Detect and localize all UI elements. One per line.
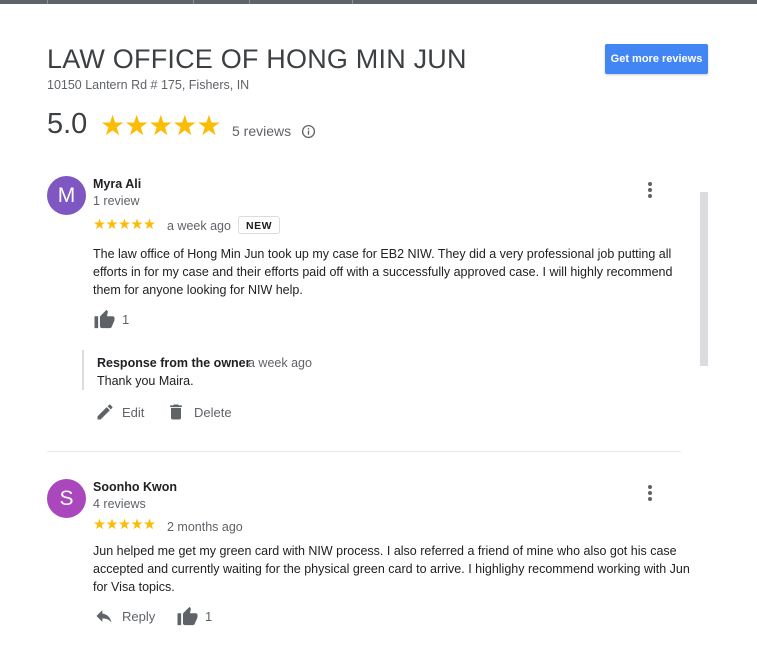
- reviewer-review-count: 1 review: [93, 194, 140, 208]
- avatar[interactable]: S: [47, 479, 86, 518]
- top-bar-divider: [193, 0, 194, 4]
- scrollbar-thumb[interactable]: [700, 192, 708, 366]
- like-button[interactable]: 1: [176, 606, 212, 626]
- average-rating: 5.0: [47, 108, 88, 140]
- new-badge: NEW: [238, 216, 280, 234]
- review-text: The law office of Hong Min Jun took up m…: [93, 247, 673, 297]
- top-bar-divider: [249, 0, 250, 4]
- review-stars: ★★★★★: [93, 217, 156, 233]
- reply-label: Reply: [122, 608, 156, 624]
- review-text: Jun helped me get my green card with NIW…: [93, 544, 690, 594]
- top-bar-divider: [47, 0, 48, 4]
- thumbs-up-icon: [94, 309, 115, 329]
- thumbs-up-icon: [177, 606, 198, 626]
- review-divider: [47, 451, 681, 452]
- reply-icon: [96, 610, 112, 623]
- total-review-count[interactable]: 5 reviews: [232, 123, 291, 139]
- delete-button[interactable]: Delete: [166, 402, 232, 422]
- delete-label: Delete: [194, 404, 232, 420]
- info-icon[interactable]: [301, 124, 316, 139]
- like-count: 1: [205, 608, 213, 624]
- owner-response-text: Thank you Maira.: [97, 374, 194, 388]
- reply-button[interactable]: Reply: [94, 606, 155, 626]
- more-options-icon[interactable]: [640, 483, 660, 503]
- trash-icon: [170, 404, 182, 420]
- owner-response-border: [82, 350, 88, 390]
- average-rating-stars: ★★★★★: [100, 110, 222, 141]
- edit-button[interactable]: Edit: [95, 402, 144, 422]
- more-options-icon[interactable]: [640, 180, 660, 200]
- like-button[interactable]: 1: [93, 309, 129, 329]
- business-address: 10150 Lantern Rd # 175, Fishers, IN: [47, 78, 250, 92]
- reviewer-review-count: 4 reviews: [93, 497, 146, 511]
- edit-label: Edit: [122, 404, 145, 420]
- top-bar-divider: [352, 0, 353, 4]
- like-count: 1: [122, 311, 130, 327]
- reviewer-name[interactable]: Soonho Kwon: [93, 480, 177, 494]
- review-time: a week ago: [167, 219, 231, 233]
- reviewer-name[interactable]: Myra Ali: [93, 177, 141, 191]
- avatar[interactable]: M: [47, 176, 86, 215]
- business-name: LAW OFFICE OF HONG MIN JUN: [47, 44, 467, 74]
- review-stars: ★★★★★: [93, 517, 156, 533]
- pencil-icon: [97, 404, 113, 420]
- browser-top-bar: [0, 0, 757, 4]
- owner-response-time: a week ago: [248, 356, 312, 370]
- review-time: 2 months ago: [167, 520, 243, 534]
- get-more-reviews-button[interactable]: Get more reviews: [605, 44, 708, 74]
- owner-response-label: Response from the owner: [97, 356, 251, 370]
